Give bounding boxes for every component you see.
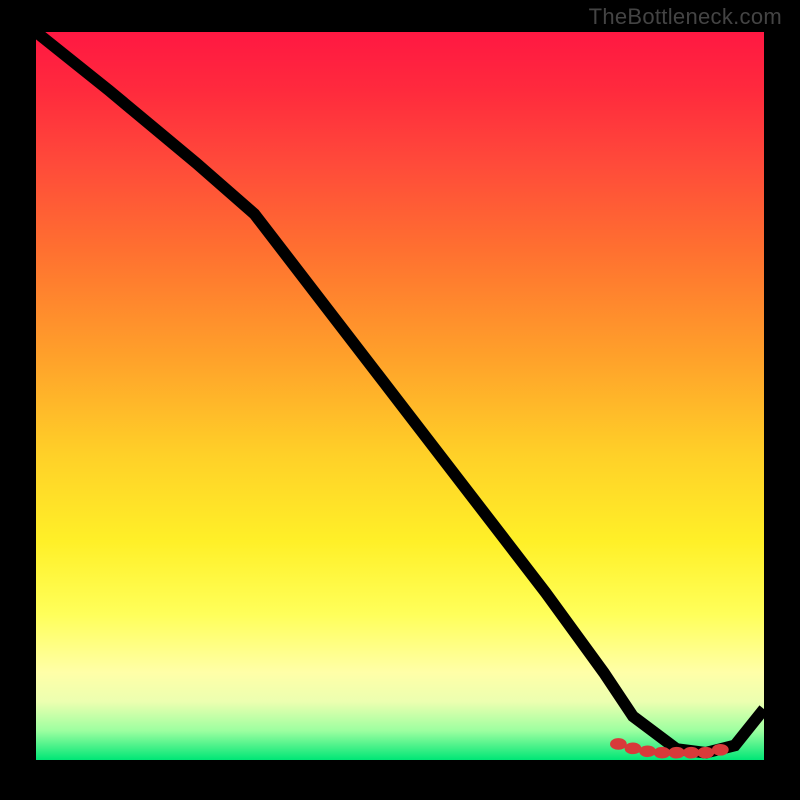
marker-point — [626, 744, 639, 752]
watermark-text: TheBottleneck.com — [589, 4, 782, 30]
plot-area — [36, 32, 764, 760]
chart-frame: TheBottleneck.com — [0, 0, 800, 800]
marker-point — [685, 749, 698, 757]
marker-point — [656, 749, 669, 757]
marker-point — [699, 749, 712, 757]
marker-point — [714, 746, 727, 754]
marker-point — [641, 747, 654, 755]
marker-point — [612, 740, 625, 748]
curve-path — [36, 32, 764, 753]
marker-point — [670, 749, 683, 757]
chart-svg — [36, 32, 764, 760]
